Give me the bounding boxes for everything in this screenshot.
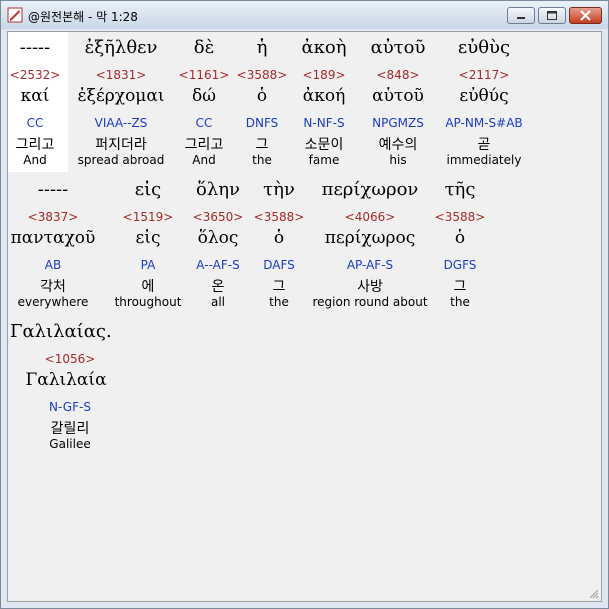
- morphology-code: PA: [140, 258, 156, 272]
- lemma: ὅλος: [197, 228, 239, 248]
- morphology-code: AP-AF-S: [346, 258, 394, 272]
- lemma: περίχωρος: [324, 228, 416, 248]
- morphology-code: DAFS: [263, 258, 295, 272]
- minimize-icon: [517, 17, 525, 19]
- korean-gloss: 예수의: [378, 137, 418, 153]
- morphology-code: N-NF-S: [303, 116, 345, 130]
- strong-number: <2532>: [9, 68, 61, 82]
- app-window: @원전본해 - 막 1:28 ----- <2532> καί CC 그리고 A…: [0, 0, 609, 609]
- greek-word: αὐτοῦ: [370, 37, 426, 58]
- greek-word: ὅλην: [196, 179, 240, 200]
- greek-word: τὴν: [263, 179, 295, 200]
- strong-number: <1831>: [95, 68, 147, 82]
- english-gloss: region round about: [312, 295, 428, 309]
- morphology-code: AB: [44, 258, 62, 272]
- english-gloss: spread abroad: [77, 153, 165, 167]
- lemma: ἀκοή: [302, 86, 346, 106]
- strong-number: <3588>: [236, 68, 288, 82]
- greek-word: εὐθὺς: [457, 37, 511, 58]
- greek-word: τῆς: [444, 179, 476, 200]
- strong-number: <1161>: [178, 68, 230, 82]
- lemma: ὁ: [454, 228, 466, 248]
- app-logo-icon: [7, 7, 23, 23]
- lemma: ὁ: [273, 228, 285, 248]
- morphology-code: CC: [26, 116, 44, 130]
- english-gloss: the: [450, 295, 470, 309]
- maximize-icon: [547, 11, 557, 20]
- strong-number: <2117>: [458, 68, 510, 82]
- morphology-code: N-GF-S: [49, 400, 91, 414]
- strong-number: <848>: [376, 68, 420, 82]
- greek-word: Γαλιλαίας.: [10, 321, 112, 342]
- english-gloss: immediately: [446, 153, 522, 167]
- korean-gloss: 그리고: [15, 137, 55, 153]
- greek-word: ἀκοὴ: [301, 37, 347, 58]
- strong-number: <3588>: [253, 210, 305, 224]
- english-gloss: And: [23, 153, 47, 167]
- maximize-button[interactable]: [538, 7, 566, 24]
- greek-word: εἰς: [134, 179, 162, 200]
- morphology-code: AP-NM-S#AB: [445, 116, 523, 130]
- lemma: δώ: [191, 86, 217, 106]
- strong-number: <1056>: [44, 352, 96, 366]
- morphology-code: A--AF-S: [196, 258, 240, 272]
- greek-word: -----: [19, 37, 51, 58]
- korean-gloss: 에: [141, 279, 155, 295]
- korean-gloss: 그: [453, 279, 467, 295]
- english-gloss: throughout: [114, 295, 182, 309]
- greek-word: ἡ: [256, 37, 268, 58]
- greek-word: δὲ: [193, 37, 215, 58]
- english-gloss: the: [269, 295, 289, 309]
- korean-gloss: 그리고: [184, 137, 224, 153]
- close-button[interactable]: [569, 7, 602, 24]
- lemma: καί: [20, 86, 50, 106]
- english-gloss: everywhere: [17, 295, 89, 309]
- english-gloss: fame: [308, 153, 340, 167]
- english-gloss: Galilee: [49, 437, 91, 451]
- lemma: ὁ: [256, 86, 268, 106]
- korean-gloss: 각처: [40, 279, 66, 295]
- korean-gloss: 곧: [477, 137, 491, 153]
- strong-number: <4066>: [344, 210, 396, 224]
- strong-number: <3650>: [192, 210, 244, 224]
- korean-gloss: 퍼지더라: [95, 137, 147, 153]
- english-gloss: his: [389, 153, 407, 167]
- english-gloss: all: [210, 295, 226, 309]
- morphology-code: CC: [195, 116, 213, 130]
- strong-number: <1519>: [122, 210, 174, 224]
- lemma: εὐθύς: [459, 86, 509, 106]
- title-bar[interactable]: @원전본해 - 막 1:28: [1, 1, 608, 29]
- korean-gloss: 그: [255, 137, 269, 153]
- morphology-code: NPGMZS: [372, 116, 424, 130]
- lemma: ἐξέρχομαι: [77, 86, 165, 106]
- lemma: πανταχοῦ: [10, 228, 96, 248]
- korean-gloss: 사방: [357, 279, 383, 295]
- greek-word: -----: [37, 179, 69, 200]
- korean-gloss: 소문이: [304, 137, 344, 153]
- morphology-code: DGFS: [443, 258, 477, 272]
- strong-number: <3588>: [434, 210, 486, 224]
- greek-word: ἐξῆλθεν: [84, 37, 158, 58]
- resize-grip-icon[interactable]: [589, 589, 599, 599]
- strong-number: <189>: [302, 68, 346, 82]
- window-title: @원전본해 - 막 1:28: [28, 10, 138, 24]
- english-gloss: And: [192, 153, 216, 167]
- greek-word: περίχωρον: [321, 179, 419, 200]
- morphology-code: DNFS: [245, 116, 279, 130]
- close-icon: [580, 10, 591, 21]
- korean-gloss: 갈릴리: [50, 421, 90, 437]
- english-gloss: the: [252, 153, 272, 167]
- minimize-button[interactable]: [507, 7, 535, 24]
- korean-gloss: 온: [211, 279, 225, 295]
- korean-gloss: 그: [272, 279, 286, 295]
- strong-number: <3837>: [27, 210, 79, 224]
- lemma: Γαλιλαία: [25, 370, 107, 390]
- lemma: εἰς: [135, 228, 161, 248]
- morphology-code: VIAA--ZS: [94, 116, 148, 130]
- interlinear-view: ----- <2532> καί CC 그리고 And ἐξῆλθεν <183…: [7, 31, 602, 602]
- lemma: αὑτοῦ: [372, 86, 424, 106]
